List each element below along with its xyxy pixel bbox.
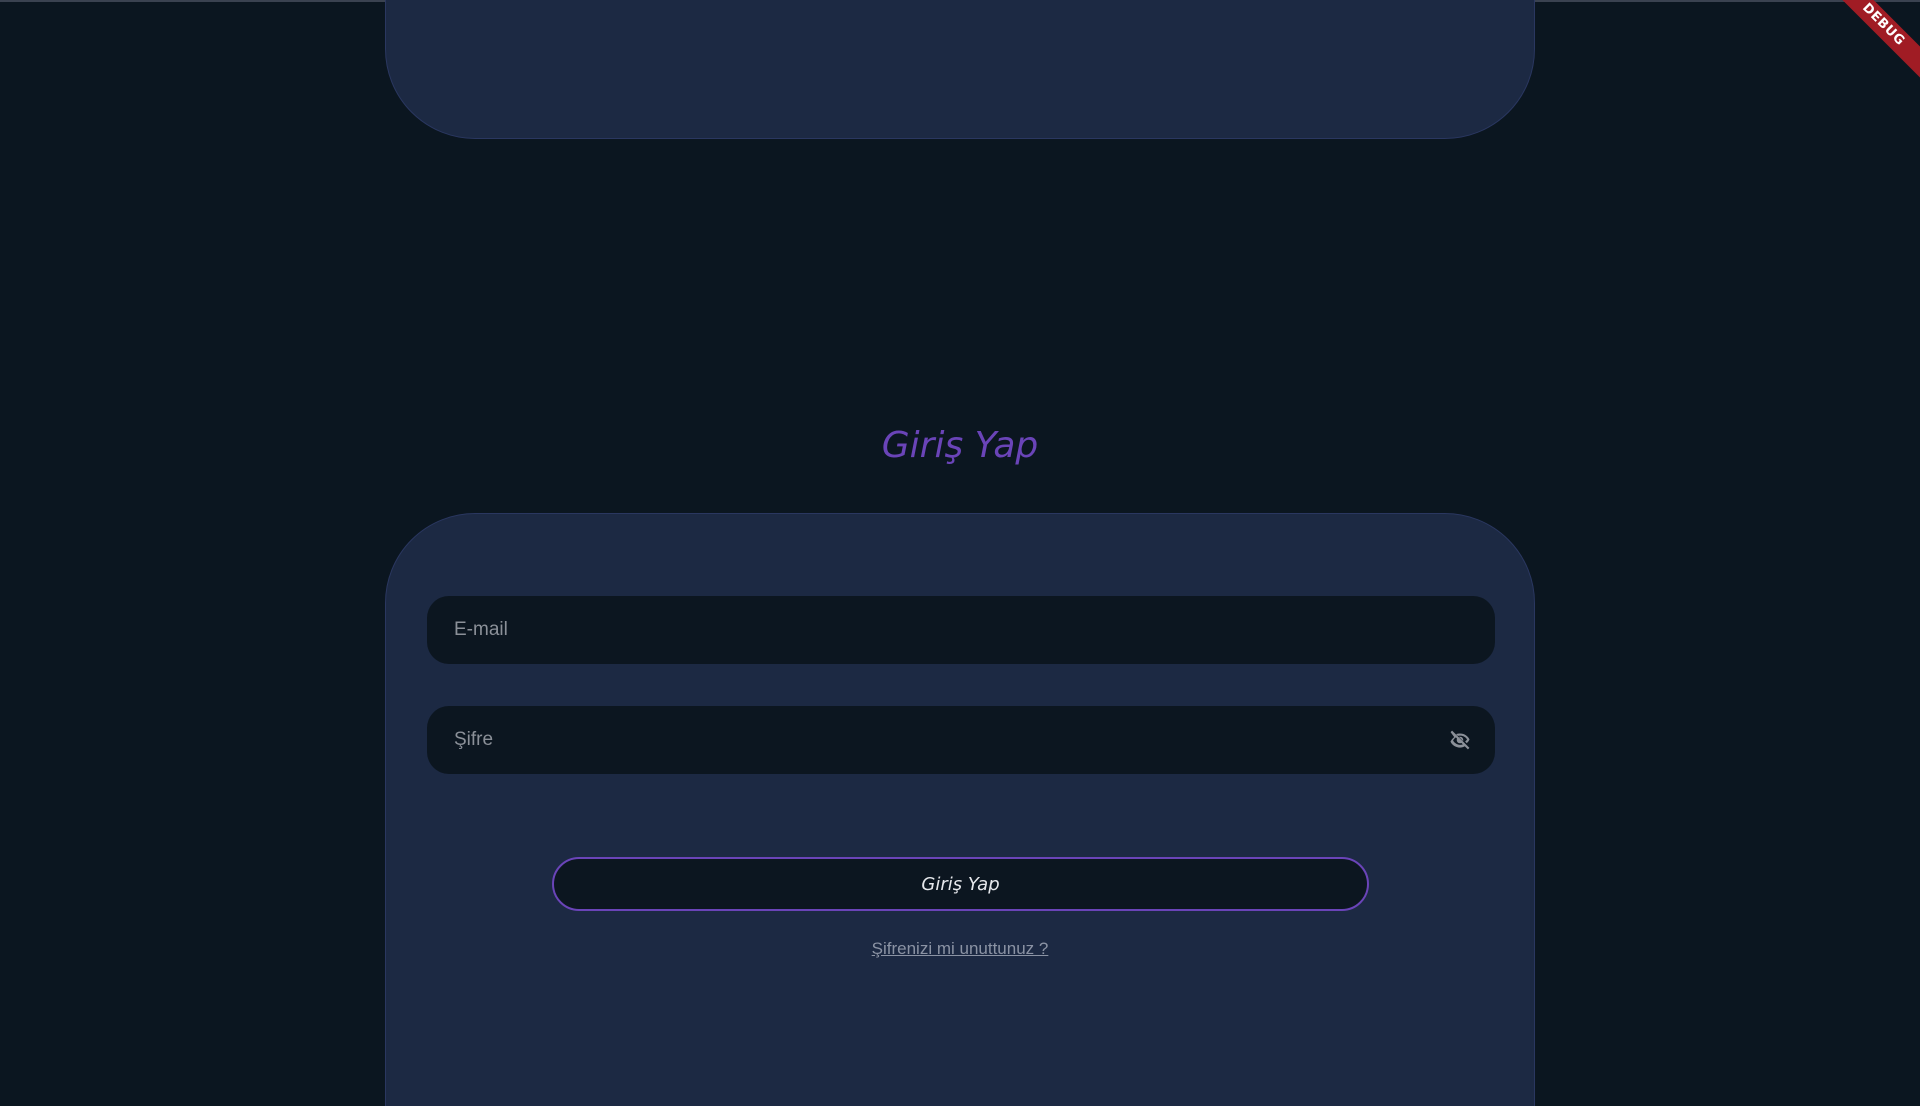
login-page: Giriş Yap Giriş Yap Şifrenizi mi unuttun… (0, 0, 1920, 1106)
email-field[interactable] (427, 596, 1495, 664)
login-button[interactable]: Giriş Yap (552, 857, 1369, 911)
password-input[interactable] (427, 706, 1443, 774)
page-title: Giriş Yap (881, 425, 1039, 466)
email-input[interactable] (427, 596, 1495, 664)
login-card: Giriş Yap Şifrenizi mi unuttunuz ? (385, 513, 1535, 1106)
forgot-password-link[interactable]: Şifrenizi mi unuttunuz ? (386, 939, 1534, 959)
eye-off-icon[interactable] (1443, 723, 1477, 757)
debug-banner: DEBUG (1822, 0, 1920, 86)
header-card (385, 0, 1535, 139)
password-field[interactable] (427, 706, 1495, 774)
